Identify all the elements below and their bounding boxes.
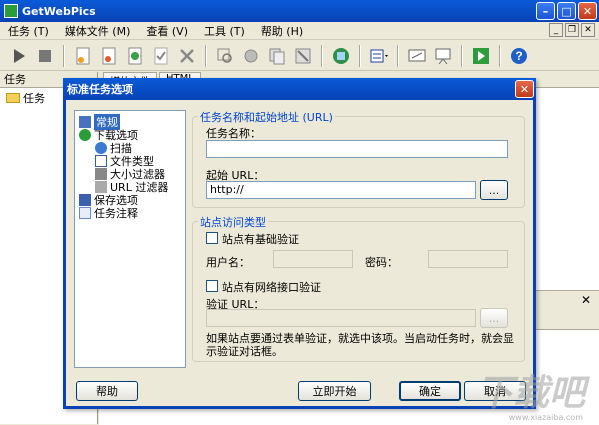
- svg-text:?: ?: [515, 49, 522, 63]
- close-button[interactable]: ✕: [578, 2, 597, 20]
- watermark-logo: 下载吧: [476, 373, 585, 414]
- check-icon[interactable]: [150, 45, 172, 67]
- task-options-dialog: 标准任务选项 ✕ 常规 下载选项 扫描 文件类型 大小过滤器 URL 过滤器 保…: [63, 78, 536, 409]
- export-icon[interactable]: [470, 45, 492, 67]
- task-name-input[interactable]: [206, 140, 508, 158]
- menu-media[interactable]: 媒体文件 (M): [57, 23, 139, 39]
- browse-url-button[interactable]: ...: [480, 180, 508, 200]
- dialog-title-bar: 标准任务选项: [63, 78, 536, 100]
- task-properties-icon[interactable]: [124, 45, 146, 67]
- name-url-group-title: 任务名称和起始地址 (URL): [198, 109, 335, 125]
- basic-auth-label: 站点有基础验证: [222, 233, 299, 246]
- play-icon[interactable]: [8, 45, 30, 67]
- basic-auth-checkbox[interactable]: [206, 232, 218, 244]
- help-button[interactable]: 帮助: [76, 381, 138, 401]
- slideshow-icon[interactable]: [406, 45, 428, 67]
- browse-verify-button[interactable]: ...: [480, 308, 508, 328]
- presentation-icon[interactable]: [432, 45, 454, 67]
- password-label: 密码：: [365, 256, 398, 269]
- task-tree-label: 任务: [23, 92, 45, 105]
- password-input[interactable]: [428, 250, 508, 268]
- menu-task[interactable]: 任务 (T): [0, 23, 57, 39]
- minimize-button[interactable]: –: [536, 2, 555, 20]
- menu-view[interactable]: 查看 (V): [138, 23, 196, 39]
- notes-icon: [79, 207, 91, 219]
- folder-icon: [6, 93, 20, 103]
- nav-task-notes[interactable]: 任务注释: [79, 205, 138, 221]
- settings-icon[interactable]: [240, 45, 262, 67]
- verify-url-input[interactable]: [206, 309, 476, 327]
- watermark-url: www.xiazaiba.com: [508, 413, 583, 422]
- app-title: GetWebPics: [22, 4, 96, 18]
- copy-icon[interactable]: [266, 45, 288, 67]
- globe-icon: [79, 129, 91, 141]
- net-auth-label: 站点有网络接口验证: [222, 281, 321, 294]
- dialog-close-button[interactable]: ✕: [515, 80, 534, 98]
- maximize-button[interactable]: □: [557, 2, 576, 20]
- stop-icon[interactable]: [34, 45, 56, 67]
- menu-tools[interactable]: 工具 (T): [196, 23, 253, 39]
- net-auth-checkbox[interactable]: [206, 280, 218, 292]
- title-bar: GetWebPics – □ ✕: [0, 0, 599, 22]
- menu-bar: 任务 (T) 媒体文件 (M) 查看 (V) 工具 (T) 帮助 (H): [0, 22, 599, 40]
- start-now-button[interactable]: 立即开始: [298, 381, 371, 401]
- dialog-title: 标准任务选项: [67, 83, 133, 96]
- options-nav-tree: 常规 下载选项 扫描 文件类型 大小过滤器 URL 过滤器 保存选项 任务注释: [74, 110, 186, 368]
- mdi-restore-button[interactable]: ❐: [565, 23, 579, 37]
- toolbar: ?: [0, 41, 599, 71]
- new-task-wizard-icon[interactable]: [98, 45, 120, 67]
- browser-icon[interactable]: [330, 45, 352, 67]
- app-icon: [4, 4, 18, 18]
- menu-help[interactable]: 帮助 (H): [253, 23, 311, 39]
- username-input[interactable]: [273, 250, 353, 268]
- view-mode-icon[interactable]: [368, 45, 390, 67]
- mdi-controls: _ ❐ ✕: [549, 23, 595, 37]
- site-access-group-title: 站点访问类型: [198, 214, 268, 230]
- task-name-label: 任务名称：: [206, 127, 261, 140]
- mdi-minimize-button[interactable]: _: [549, 23, 563, 37]
- new-task-icon[interactable]: [72, 45, 94, 67]
- ok-button[interactable]: 确定: [399, 381, 461, 401]
- clear-icon[interactable]: [292, 45, 314, 67]
- help-icon[interactable]: ?: [508, 45, 530, 67]
- start-url-input[interactable]: http://: [206, 181, 476, 199]
- form-auth-note: 如果站点要通过表单验证，就选中该项。当启动任务时，就会显示验证对话框。: [206, 332, 514, 358]
- username-label: 用户名：: [206, 256, 250, 269]
- find-icon[interactable]: [214, 45, 236, 67]
- mdi-close-button[interactable]: ✕: [581, 23, 595, 37]
- delete-icon[interactable]: [176, 45, 198, 67]
- app-window: GetWebPics – □ ✕ 任务 (T) 媒体文件 (M) 查看 (V) …: [0, 0, 599, 425]
- lower-panel-close-icon[interactable]: ✕: [581, 293, 591, 307]
